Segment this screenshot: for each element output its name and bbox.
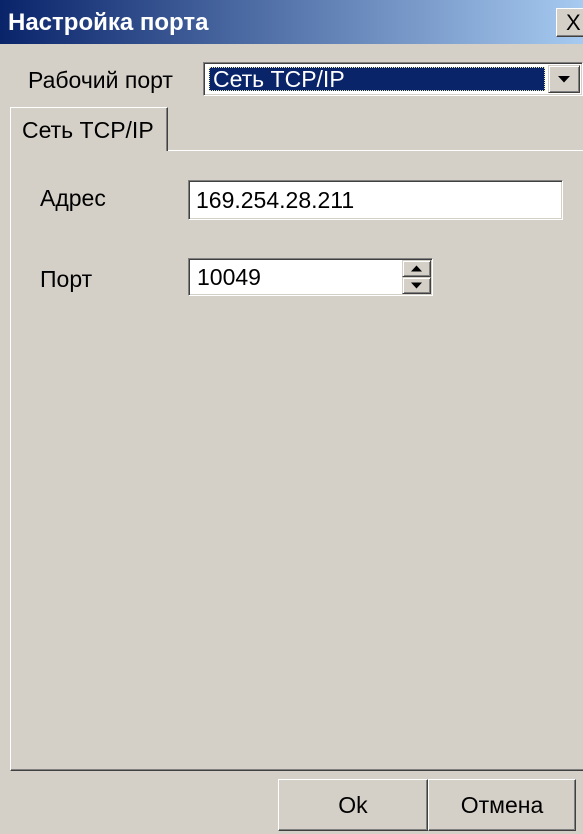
window-title: Настройка порта — [8, 9, 209, 36]
close-button[interactable]: X — [556, 8, 583, 37]
ok-button[interactable]: Ok — [278, 779, 428, 831]
work-port-select[interactable]: Сеть TCP/IP — [203, 62, 583, 96]
address-label: Адрес — [40, 185, 106, 211]
work-port-dropdown-button[interactable] — [548, 65, 580, 93]
address-input[interactable]: 169.254.28.211 — [188, 180, 563, 220]
close-icon: X — [566, 10, 581, 35]
tab-panel-tcp-ip: Адрес 169.254.28.211 Порт 10049 — [10, 150, 583, 771]
port-decrement-button[interactable] — [402, 277, 431, 294]
tab-tcp-ip[interactable]: Сеть TCP/IP — [10, 107, 168, 151]
cancel-button[interactable]: Отмена — [428, 779, 576, 831]
spin-up-arrow-icon — [411, 265, 422, 272]
port-label: Порт — [40, 266, 93, 292]
address-value: 169.254.28.211 — [196, 187, 355, 213]
tab-label: Сеть TCP/IP — [22, 117, 154, 143]
port-spinner[interactable]: 10049 — [188, 258, 433, 296]
port-settings-dialog: Настройка порта X Рабочий порт Сеть TCP/… — [0, 0, 583, 834]
port-increment-button[interactable] — [402, 260, 431, 277]
spin-down-arrow-icon — [411, 282, 422, 289]
title-bar[interactable]: Настройка порта X — [0, 0, 583, 44]
port-value: 10049 — [197, 264, 261, 290]
work-port-label: Рабочий порт — [28, 67, 173, 93]
dropdown-arrow-icon — [558, 76, 570, 83]
work-port-selected-value[interactable]: Сеть TCP/IP — [209, 67, 545, 91]
